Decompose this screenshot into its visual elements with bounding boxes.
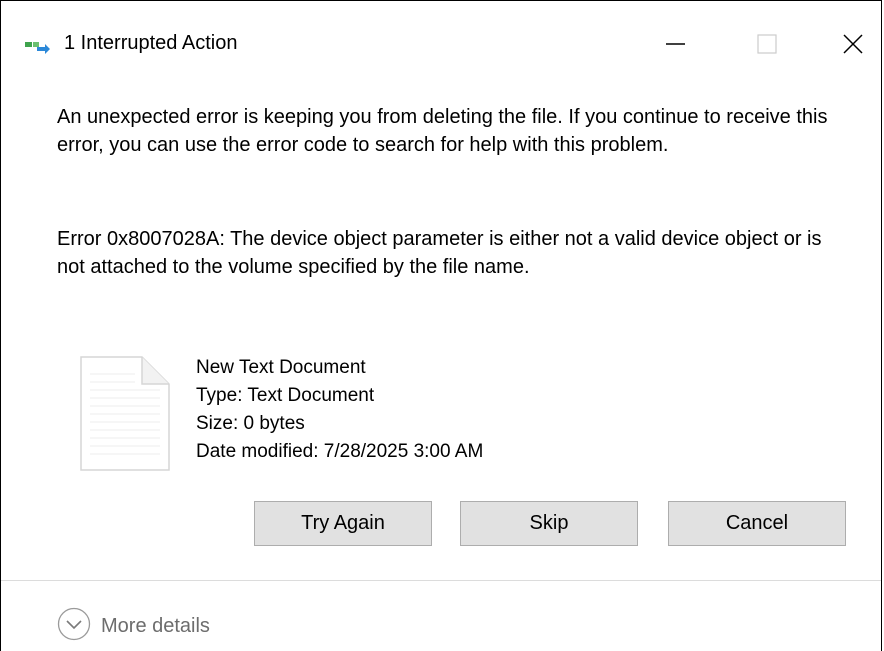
file-info: New Text Document Type: Text Document Si… — [196, 354, 483, 466]
file-size: Size: 0 bytes — [196, 413, 305, 434]
close-icon — [843, 33, 863, 59]
try-again-button[interactable]: Try Again — [254, 501, 432, 546]
file-date-modified: Date modified: 7/28/2025 3:00 AM — [196, 441, 484, 462]
maximize-button — [738, 23, 796, 69]
chevron-down-circle-icon — [57, 607, 91, 646]
file-name: New Text Document — [196, 357, 366, 378]
footer-divider — [1, 580, 881, 581]
skip-button[interactable]: Skip — [460, 501, 638, 546]
interrupted-action-dialog: 1 Interrupted Action An unexpected error… — [0, 0, 882, 651]
error-message: An unexpected error is keeping you from … — [57, 106, 828, 156]
minimize-button[interactable] — [647, 23, 705, 69]
window-title: 1 Interrupted Action — [64, 32, 238, 54]
maximize-icon — [757, 33, 777, 59]
text-document-icon — [80, 356, 170, 471]
close-button[interactable] — [824, 23, 882, 69]
file-move-icon — [25, 39, 51, 55]
more-details-label: More details — [101, 614, 210, 637]
error-code-detail: Error 0x8007028A: The device object para… — [57, 228, 822, 278]
minimize-icon — [666, 34, 686, 59]
title-bar[interactable]: 1 Interrupted Action — [1, 1, 881, 89]
cancel-button[interactable]: Cancel — [668, 501, 846, 546]
file-type: Type: Text Document — [196, 385, 375, 406]
more-details-toggle[interactable]: More details — [57, 607, 210, 646]
